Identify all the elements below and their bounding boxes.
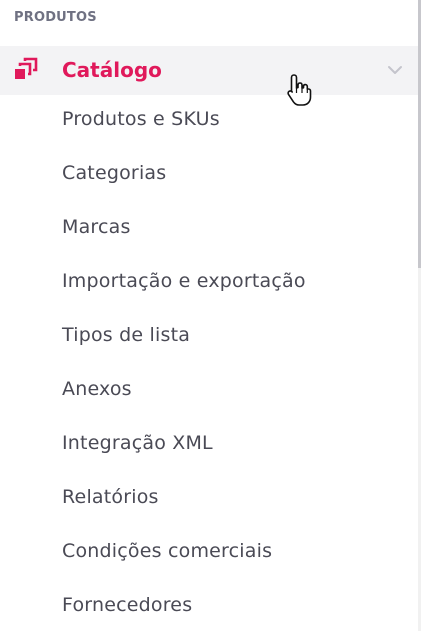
- submenu-item-anexos[interactable]: Anexos: [0, 365, 418, 419]
- catalog-icon: [15, 57, 38, 79]
- chevron-down-icon[interactable]: [385, 60, 405, 80]
- submenu-item-integracao-xml[interactable]: Integração XML: [0, 419, 418, 473]
- sidebar-item-label: Catálogo: [62, 58, 162, 82]
- submenu-item-importacao-exportacao[interactable]: Importação e exportação: [0, 257, 418, 311]
- submenu-item-fornecedores[interactable]: Fornecedores: [0, 581, 418, 631]
- submenu-item-marcas[interactable]: Marcas: [0, 203, 418, 257]
- sidebar-menu: PRODUTOS Catálogo Produtos e SKUs Catego…: [0, 0, 421, 631]
- submenu-item-condicoes-comerciais[interactable]: Condições comerciais: [0, 527, 418, 581]
- submenu-item-categorias[interactable]: Categorias: [0, 149, 418, 203]
- submenu-item-produtos-skus[interactable]: Produtos e SKUs: [0, 95, 418, 149]
- section-title: PRODUTOS: [14, 10, 97, 25]
- sidebar-item-catalogo[interactable]: Catálogo: [0, 46, 418, 95]
- submenu-item-relatorios[interactable]: Relatórios: [0, 473, 418, 527]
- submenu-item-tipos-de-lista[interactable]: Tipos de lista: [0, 311, 418, 365]
- catalog-submenu: Produtos e SKUs Categorias Marcas Import…: [0, 95, 418, 631]
